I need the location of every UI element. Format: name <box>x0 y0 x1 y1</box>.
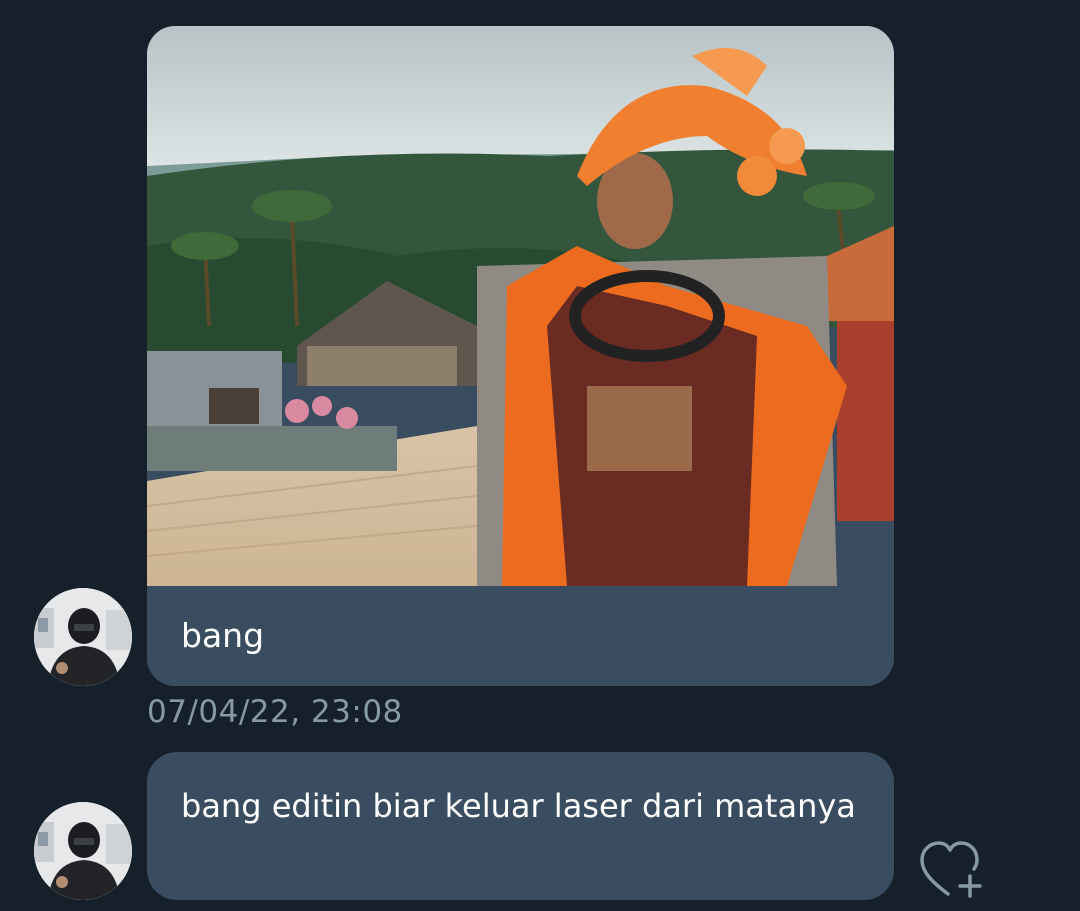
message-text: bang <box>147 586 894 686</box>
media-message[interactable]: bang <box>147 26 894 686</box>
heart-plus-icon[interactable] <box>918 838 986 900</box>
sender-avatar[interactable] <box>34 588 132 686</box>
message-photo[interactable] <box>147 26 894 586</box>
message-text: bang editin biar keluar laser dari matan… <box>181 787 856 825</box>
avatar-photo <box>34 802 132 900</box>
dm-thread: bang 07/04/22, 23:08 bang editin biar ke… <box>0 0 1080 911</box>
photo-image <box>147 26 894 586</box>
avatar-photo <box>34 588 132 686</box>
text-message[interactable]: bang editin biar keluar laser dari matan… <box>147 752 894 900</box>
message-timestamp: 07/04/22, 23:08 <box>147 694 403 730</box>
sender-avatar[interactable] <box>34 802 132 900</box>
